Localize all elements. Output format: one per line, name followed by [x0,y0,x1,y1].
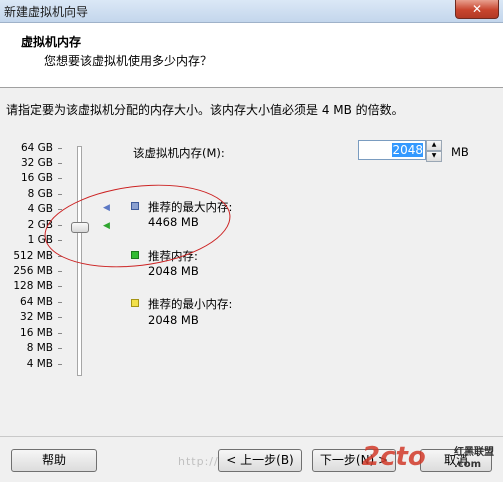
scale-tick: 128 MB [13,280,62,292]
memory-input-value: 2048 [392,143,423,157]
memory-unit: MB [451,145,469,159]
min-memory-value: 2048 MB [148,313,199,327]
highlight-ellipse [39,174,236,278]
scale-tick: 32 GB [21,157,62,169]
wizard-header: 虚拟机内存 您想要该虚拟机使用多少内存？ [0,23,503,88]
memory-label: 该虚拟机内存(M): [133,146,225,160]
min-memory-label: 推荐的最小内存: [148,297,233,311]
scale-tick: 8 MB [27,342,62,354]
watermark-brand-line2: .com [454,459,482,470]
scale-tick: 256 MB [13,265,62,277]
watermark-logo: 2cto [362,442,426,472]
memory-input[interactable]: 2048 [358,140,426,160]
back-button[interactable]: < 上一步(B) [218,449,302,472]
watermark-brand: 红黑联盟 .com [454,447,494,471]
memory-spinner[interactable]: ▲ ▼ [426,140,442,162]
help-button[interactable]: 帮助 [11,449,97,472]
scale-tick: 64 MB [20,296,62,308]
window-title: 新建虚拟机向导 [4,5,89,19]
watermark-brand-line1: 红黑联盟 [454,447,494,458]
footer-divider [0,436,503,437]
scale-tick: 8 GB [28,188,62,200]
close-button[interactable]: ✕ [455,0,499,19]
spin-up-icon[interactable]: ▲ [426,140,442,151]
scale-tick: 16 MB [20,327,62,339]
scale-tick: 16 GB [21,172,62,184]
spin-down-icon[interactable]: ▼ [426,151,442,162]
scale-tick: 32 MB [20,311,62,323]
page-subtitle: 您想要该虚拟机使用多少内存？ [44,54,213,68]
scale-tick: 64 GB [21,142,62,154]
min-memory-swatch-icon [131,299,139,307]
instruction-text: 请指定要为该虚拟机分配的内存大小。该内存大小值必须是 4 MB 的倍数。 [6,103,404,117]
recommended-memory-value: 2048 MB [148,264,199,278]
title-bar: 新建虚拟机向导 ✕ [0,0,503,23]
watermark-url: http:// [178,455,219,468]
scale-tick: 4 MB [27,358,62,370]
page-title: 虚拟机内存 [21,35,82,49]
